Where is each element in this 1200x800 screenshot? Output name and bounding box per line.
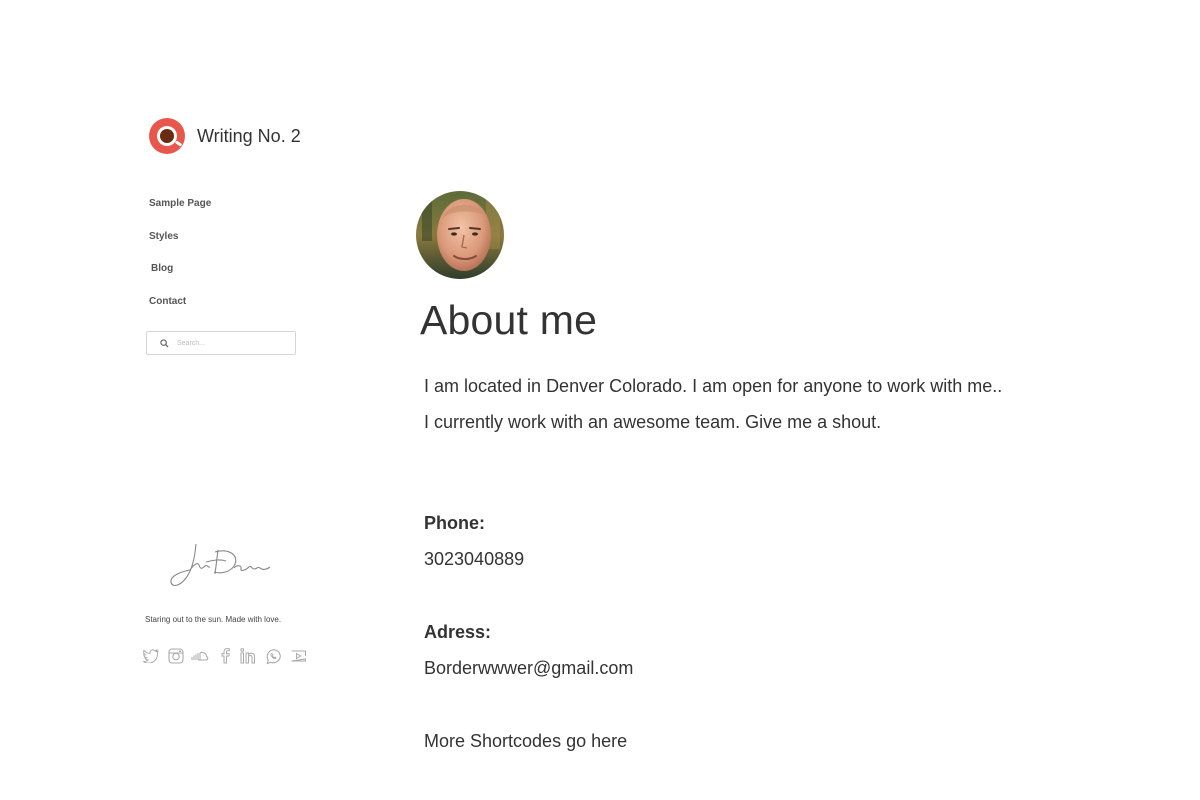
youtube-icon[interactable] xyxy=(289,647,307,665)
intro-line-2: I currently work with an awesome team. G… xyxy=(424,412,882,432)
instagram-icon[interactable] xyxy=(167,647,185,665)
search-icon xyxy=(160,338,169,348)
search-box[interactable] xyxy=(146,331,296,355)
intro-text: I am located in Denver Colorado. I am op… xyxy=(424,368,1144,440)
soundcloud-icon[interactable] xyxy=(191,647,209,665)
avatar xyxy=(416,191,504,279)
sidebar-nav: Sample Page Styles Blog Contact xyxy=(149,196,211,326)
signature-image xyxy=(170,543,271,587)
address-value[interactable]: Borderwwwer@gmail.com xyxy=(424,658,633,679)
nav-item-blog[interactable]: Blog xyxy=(149,261,211,294)
linkedin-icon[interactable] xyxy=(240,647,258,665)
more-shortcodes-text: More Shortcodes go here xyxy=(424,731,628,751)
nav-item-sample-page[interactable]: Sample Page xyxy=(149,196,211,229)
facebook-icon[interactable] xyxy=(216,647,234,665)
coffee-cup-icon[interactable] xyxy=(149,118,185,154)
address-label: Adress: xyxy=(424,622,492,642)
social-links xyxy=(142,647,314,665)
nav-item-contact[interactable]: Contact xyxy=(149,294,211,327)
whatsapp-icon[interactable] xyxy=(265,647,283,665)
site-title[interactable]: Writing No. 2 xyxy=(197,126,301,147)
nav-item-styles[interactable]: Styles xyxy=(149,229,211,262)
page-title: About me xyxy=(420,297,598,343)
page: Writing No. 2 Sample Page Styles Blog Co… xyxy=(0,0,1200,800)
phone-label: Phone: xyxy=(424,513,485,533)
intro-line-1: I am located in Denver Colorado. I am op… xyxy=(424,376,1003,396)
site-brand[interactable]: Writing No. 2 xyxy=(149,118,301,154)
phone-value: 3023040889 xyxy=(424,549,525,569)
search-input[interactable] xyxy=(177,339,287,347)
twitter-icon[interactable] xyxy=(142,647,160,665)
footer-tagline: Staring out to the sun. Made with love. xyxy=(145,615,282,624)
